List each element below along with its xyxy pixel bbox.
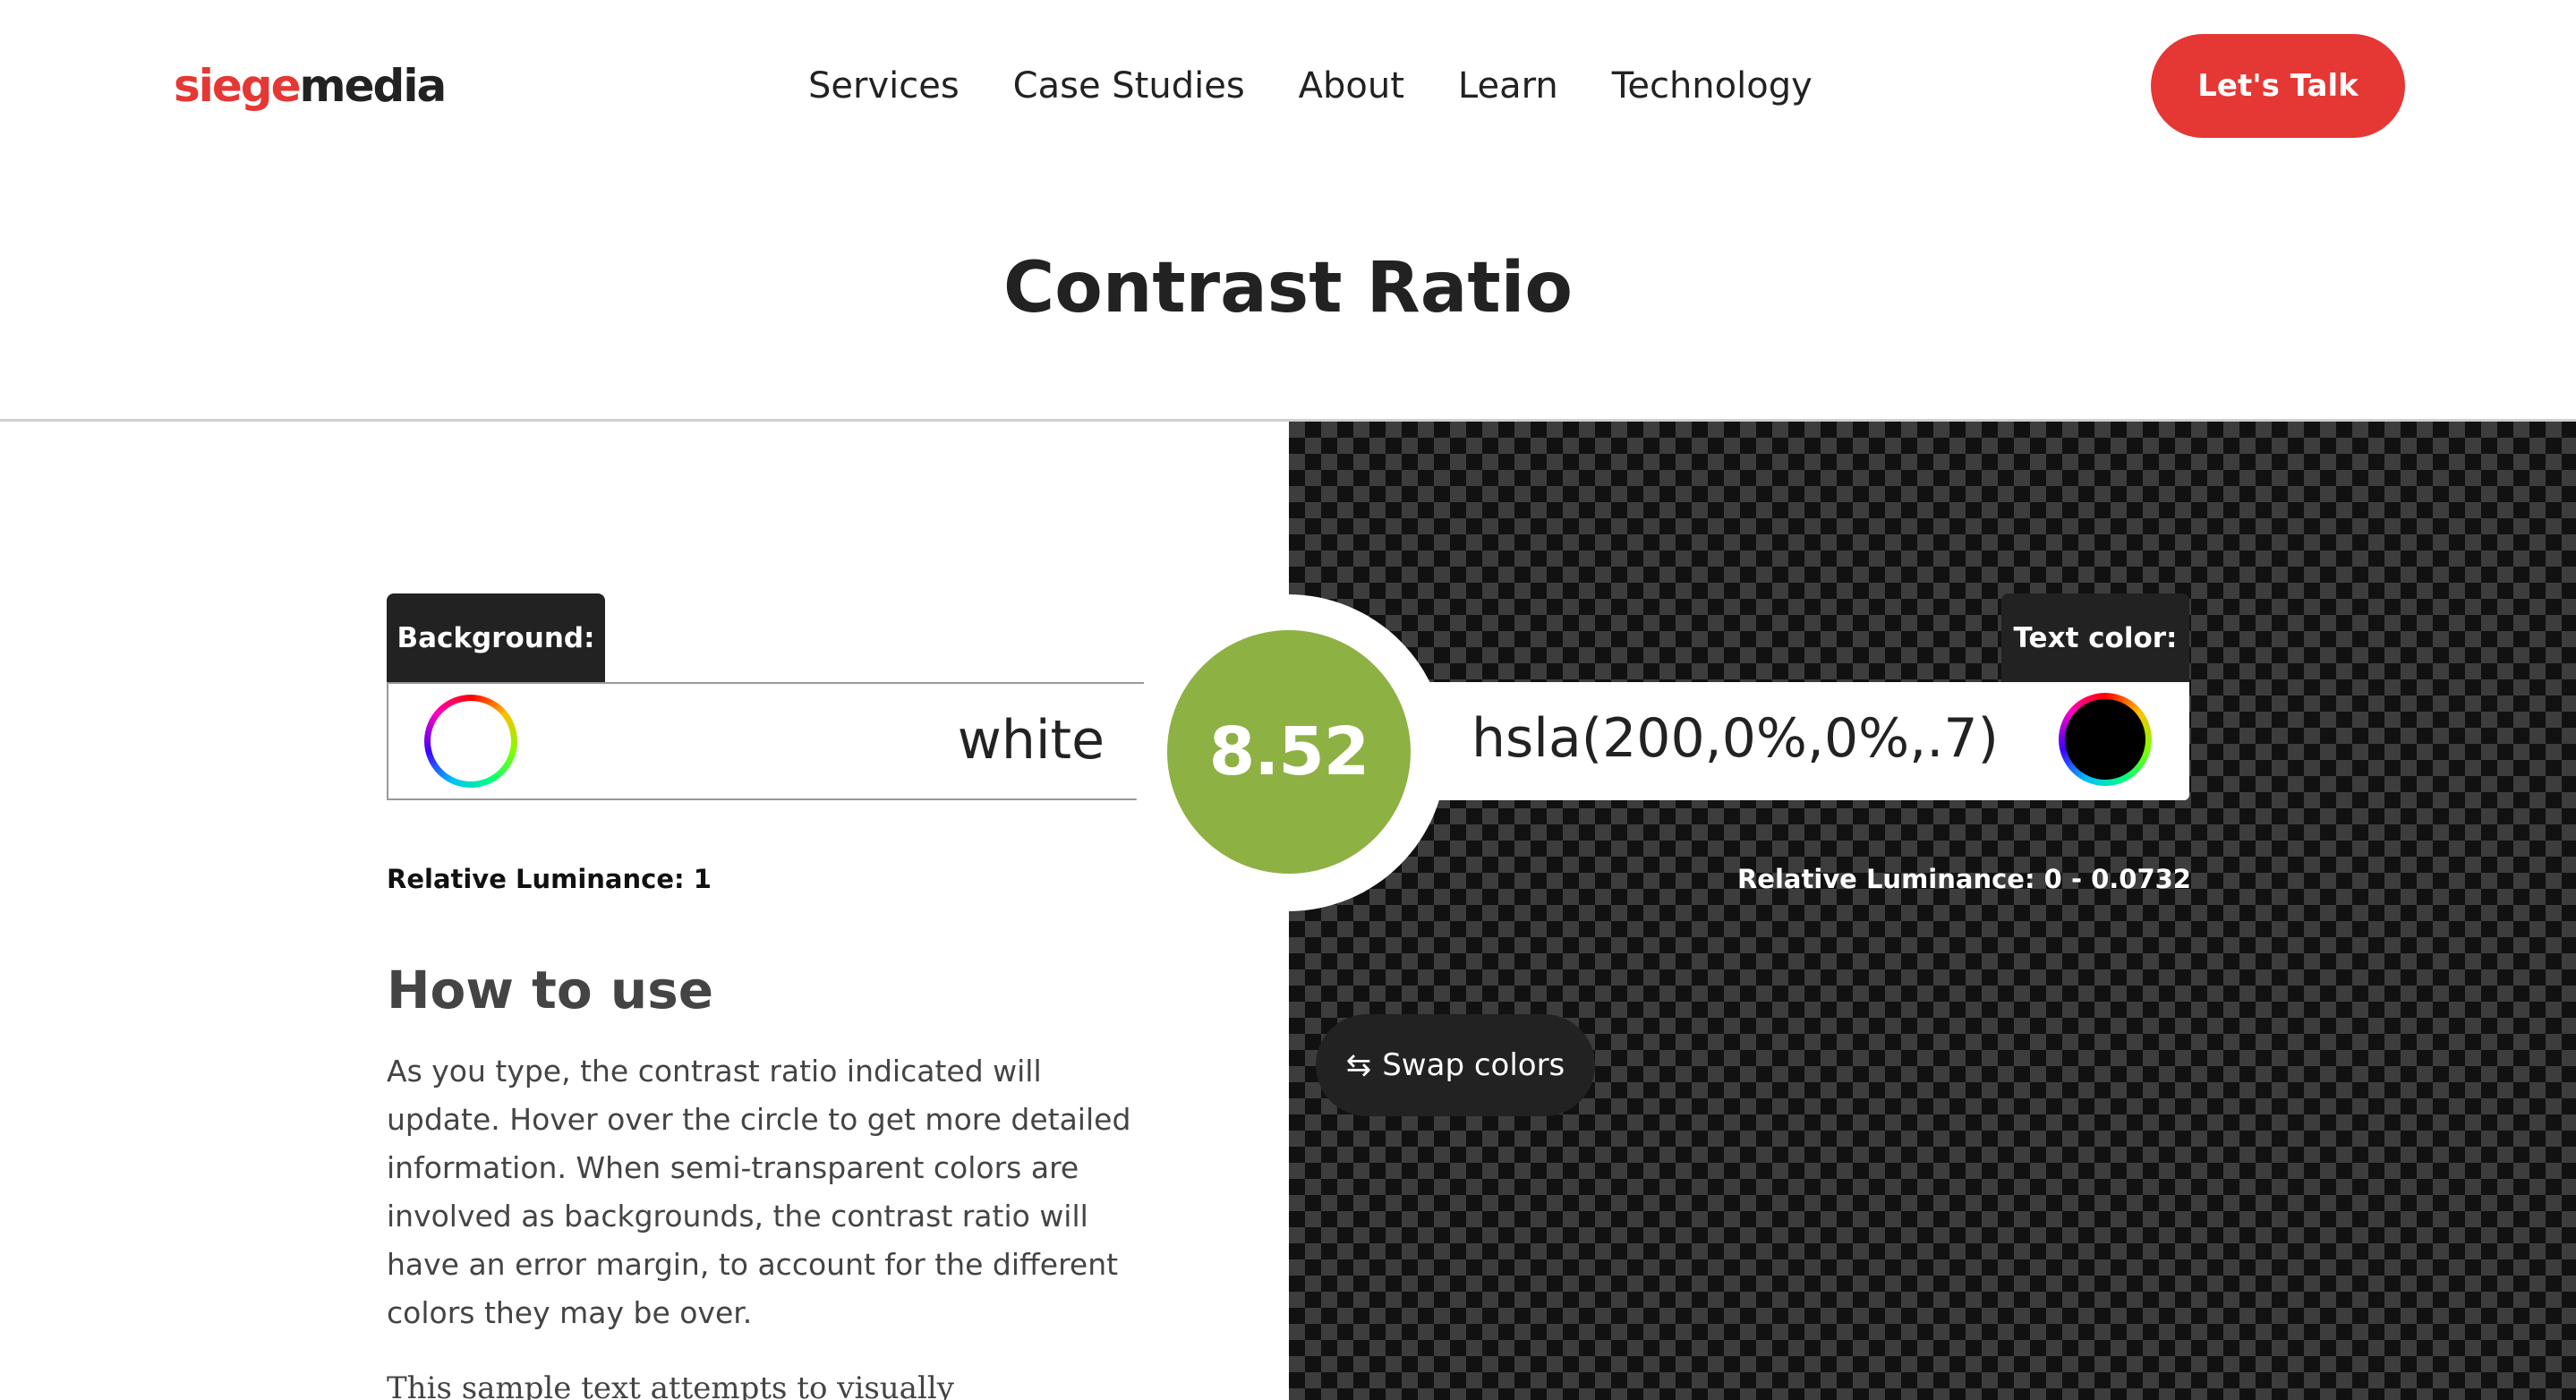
contrast-ratio-circle[interactable]: 8.52 bbox=[1167, 630, 1411, 874]
how-to-use-text: As you type, the contrast ratio indicate… bbox=[387, 1054, 1131, 1330]
logo-part-media: media bbox=[299, 60, 448, 112]
nav-about[interactable]: About bbox=[1299, 59, 1404, 113]
background-luminance: Relative Luminance: 1 bbox=[387, 861, 712, 897]
text-color-input[interactable]: hsla(200,0%,0%,.7) bbox=[1396, 682, 2189, 800]
swap-colors-button[interactable]: ⇆ Swap colors bbox=[1316, 1014, 1595, 1116]
how-to-use-heading: How to use bbox=[387, 960, 714, 1020]
sample-text: This sample text attempts to visually bbox=[387, 1370, 954, 1400]
text-color-luminance-value: 0 - 0.0732 bbox=[2043, 864, 2191, 894]
background-input[interactable]: white bbox=[387, 682, 1144, 800]
background-color-picker-icon[interactable] bbox=[424, 695, 517, 788]
background-luminance-label: Relative Luminance: bbox=[387, 864, 685, 894]
lets-talk-button[interactable]: Let's Talk bbox=[2151, 34, 2405, 138]
background-value[interactable]: white bbox=[958, 709, 1105, 772]
background-luminance-value: 1 bbox=[693, 864, 712, 894]
page-title: Contrast Ratio bbox=[1003, 248, 1573, 329]
text-color-luminance: Relative Luminance: 0 - 0.0732 bbox=[1737, 861, 2191, 897]
logo-part-siege: siege bbox=[174, 60, 302, 112]
main-nav: Services Case Studies About Learn Techno… bbox=[808, 59, 1813, 113]
text-color-picker-icon[interactable] bbox=[2059, 693, 2152, 786]
text-color-value[interactable]: hsla(200,0%,0%,.7) bbox=[1471, 707, 1999, 770]
nav-case-studies[interactable]: Case Studies bbox=[1013, 59, 1245, 113]
background-label: Background: bbox=[387, 593, 605, 683]
text-color-panel bbox=[1289, 422, 2576, 1400]
text-color-luminance-label: Relative Luminance: bbox=[1736, 864, 2035, 894]
site-header: siegemedia Services Case Studies About L… bbox=[0, 0, 2576, 172]
nav-services[interactable]: Services bbox=[808, 59, 960, 113]
nav-learn[interactable]: Learn bbox=[1458, 59, 1558, 113]
swap-colors-label: Swap colors bbox=[1382, 1047, 1565, 1083]
nav-technology[interactable]: Technology bbox=[1612, 59, 1813, 113]
text-color-label: Text color: bbox=[2001, 593, 2189, 683]
swap-arrows-icon: ⇆ bbox=[1345, 1047, 1372, 1083]
siege-media-logo[interactable]: siegemedia bbox=[174, 57, 448, 115]
